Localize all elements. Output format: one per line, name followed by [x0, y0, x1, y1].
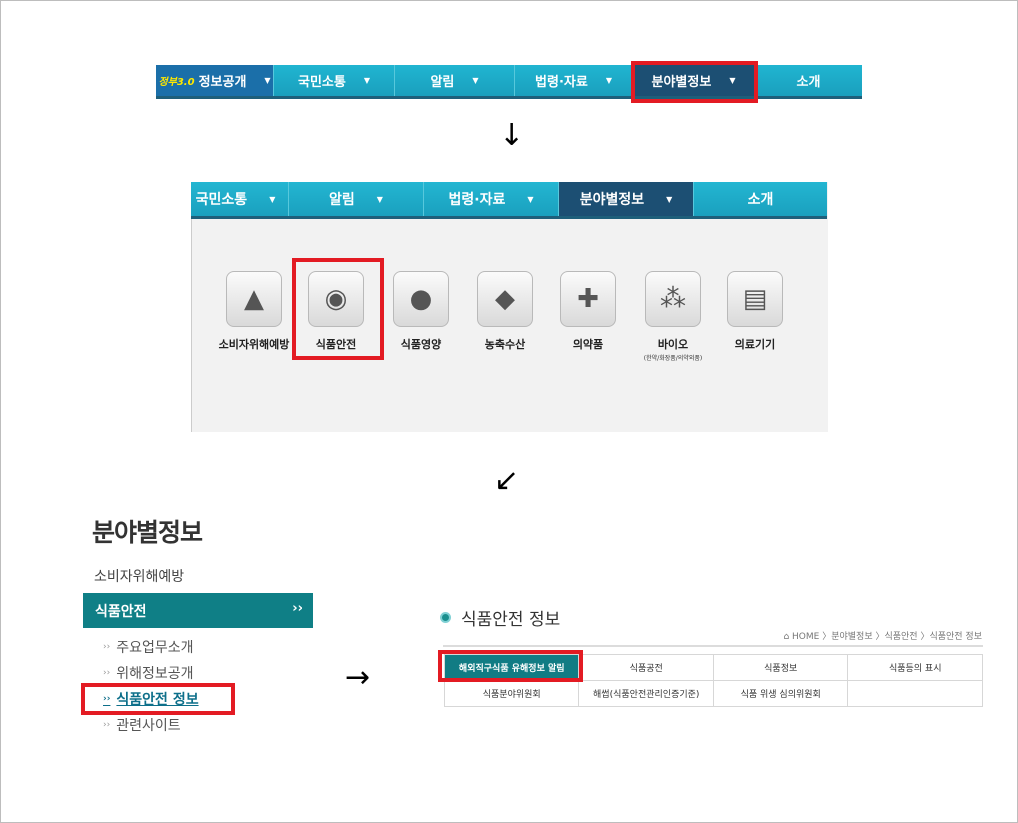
bullet-circle-icon: [440, 612, 451, 623]
nav-item-about[interactable]: 소개: [694, 182, 827, 216]
table-row: 식품분야위원회 해썹(식품안전관리인증기준) 식품 위생 심의위원회: [443, 680, 983, 707]
highlight-box-overseas-food-alert: [438, 650, 583, 682]
dna-icon: ⁂: [645, 271, 701, 327]
nav-label: 국민소통: [195, 192, 248, 208]
arrow-down: ↓: [499, 118, 525, 153]
sidebar-subitem-label: 주요업무소개: [116, 640, 194, 656]
highlight-box-field-info: [631, 61, 758, 103]
caret-down-icon: ▼: [376, 194, 383, 204]
section-title-label: 식품안전 정보: [461, 610, 561, 630]
nav-label: 정보공개: [198, 75, 247, 90]
nav-item-about[interactable]: 소개: [755, 65, 862, 96]
sidebar-title: 분야별정보: [92, 518, 203, 547]
fruit-icon: ●: [393, 271, 449, 327]
double-chevron-icon: ››: [103, 720, 111, 730]
sidebar-item-food-safety[interactable]: 식품안전 ››: [83, 593, 313, 628]
caret-down-icon: ▼: [605, 76, 612, 85]
category-food-nutrition[interactable]: ● 식품영양: [376, 271, 466, 352]
sidebar-item-label: 식품안전: [95, 603, 147, 620]
caret-down-icon: ▼: [269, 194, 276, 204]
sidebar-subitem-label: 위해정보공개: [116, 666, 194, 682]
tab-food-info[interactable]: 식품정보: [712, 654, 849, 681]
double-chevron-icon: ››: [103, 642, 111, 652]
category-agri-fishery[interactable]: ◆ 농축수산: [460, 271, 550, 352]
nav-item-info-disclosure[interactable]: 정부3.0 정보공개 ▼: [156, 65, 274, 96]
highlight-box-food-safety: [292, 258, 384, 360]
nav-label: 소개: [796, 75, 821, 90]
sidebar-subitem-main-work[interactable]: ›› 주요업무소개: [103, 637, 193, 657]
tab-food-committee[interactable]: 식품분야위원회: [443, 680, 580, 707]
category-label: 의약품: [572, 338, 604, 351]
nav-label: 알림: [329, 192, 355, 208]
fish-icon: ◆: [477, 271, 533, 327]
category-label: 의료기기: [734, 338, 776, 351]
category-medicine[interactable]: ✚ 의약품: [543, 271, 633, 352]
monitor-icon: ▤: [727, 271, 783, 327]
caret-down-icon: ▼: [666, 194, 673, 204]
breadcrumb[interactable]: ⌂ HOME 〉분야별정보 〉식품안전 〉식품안전 정보: [783, 629, 982, 642]
nav-item-communication[interactable]: 국민소통 ▼: [191, 182, 289, 216]
table-cell-empty: [847, 680, 983, 707]
nav-item-field-info[interactable]: 분야별정보 ▼: [559, 182, 694, 216]
category-bio[interactable]: ⁂ 바이오 (한약/화장품/의약외품): [628, 271, 718, 362]
arrow-right: →: [345, 660, 371, 695]
double-chevron-icon: ››: [292, 601, 303, 616]
divider: [443, 645, 983, 647]
sidebar-subitem-related-sites[interactable]: ›› 관련사이트: [103, 715, 181, 735]
sidebar-subitem-label: 관련사이트: [116, 718, 181, 734]
caret-down-icon: ▼: [527, 194, 534, 204]
nav-item-notice[interactable]: 알림 ▼: [289, 182, 424, 216]
category-medical-device[interactable]: ▤ 의료기기: [710, 271, 800, 352]
panel-nav: 국민소통 ▼ 알림 ▼ 법령·자료 ▼ 분야별정보 ▼ 소개: [191, 182, 827, 219]
caret-down-icon: ▼: [472, 76, 479, 85]
category-label: 소비자위해예방: [218, 338, 290, 351]
nav-label: 소개: [747, 192, 774, 208]
arrow-diagonal: ↙: [494, 463, 520, 498]
category-label: 식품영양: [400, 338, 442, 351]
sidebar-item-consumer-harm[interactable]: 소비자위해예방: [94, 566, 184, 586]
nav-label: 알림: [430, 75, 455, 90]
nav-label: 국민소통: [298, 75, 346, 90]
section-title: 식품안전 정보: [440, 605, 560, 630]
tab-haccp[interactable]: 해썹(식품안전관리인증기준): [578, 680, 714, 707]
nav-item-notice[interactable]: 알림 ▼: [395, 65, 515, 96]
category-label: 바이오: [657, 338, 689, 351]
nav-item-communication[interactable]: 국민소통 ▼: [274, 65, 395, 96]
mortar-icon: ✚: [560, 271, 616, 327]
nav-label: 분야별정보: [579, 192, 645, 208]
highlight-box-food-safety-info: [81, 683, 235, 715]
nav-item-laws[interactable]: 법령·자료 ▼: [515, 65, 633, 96]
caret-down-icon: ▼: [363, 76, 370, 85]
cone-icon: ▲: [226, 271, 282, 327]
double-chevron-icon: ››: [103, 668, 111, 678]
category-consumer-harm[interactable]: ▲ 소비자위해예방: [209, 271, 299, 352]
sidebar-subitem-harm-info[interactable]: ›› 위해정보공개: [103, 663, 193, 683]
category-label: 농축수산: [484, 338, 526, 351]
tab-food-code[interactable]: 식품공전: [578, 654, 714, 681]
tab-food-labeling[interactable]: 식품등의 표시: [847, 654, 983, 681]
tab-food-hygiene-council[interactable]: 식품 위생 심의위원회: [712, 680, 849, 707]
gov30-logo: 정부3.0: [158, 77, 195, 88]
nav-label: 법령·자료: [535, 75, 588, 90]
nav-item-laws[interactable]: 법령·자료 ▼: [424, 182, 559, 216]
category-sublabel: (한약/화장품/의약외품): [643, 355, 703, 362]
caret-down-icon: ▼: [264, 76, 271, 85]
nav-label: 법령·자료: [448, 192, 506, 208]
